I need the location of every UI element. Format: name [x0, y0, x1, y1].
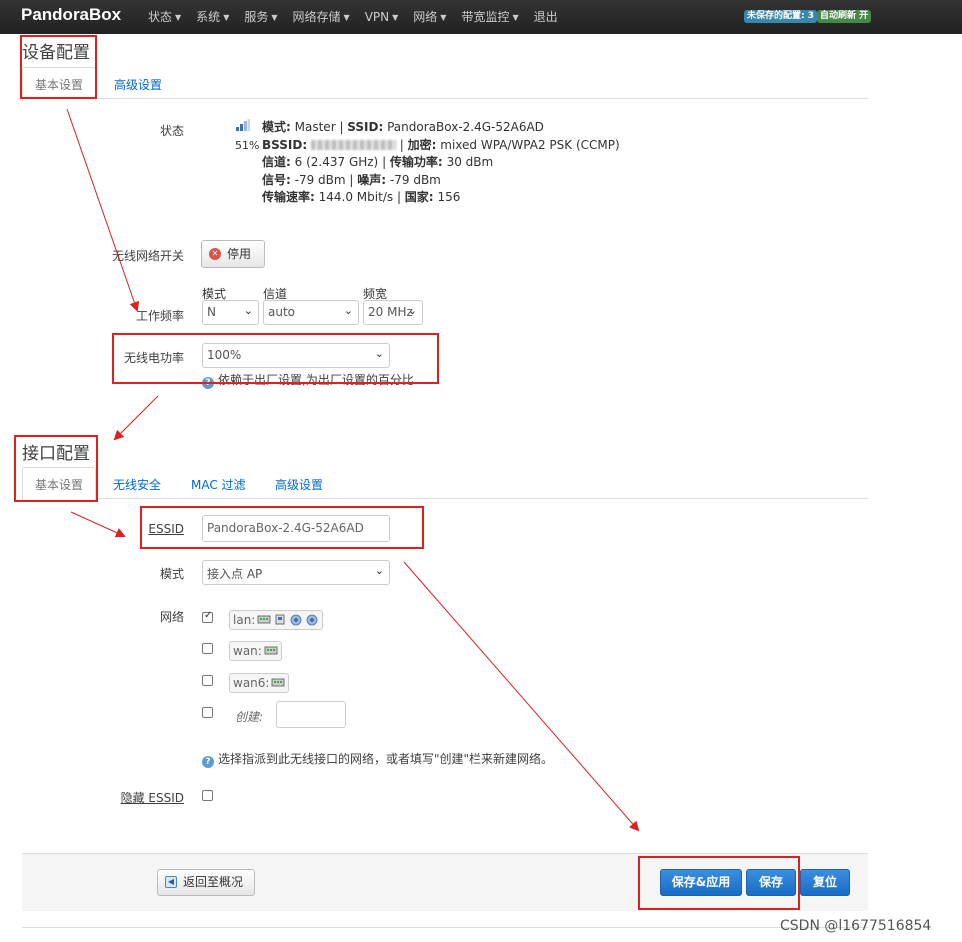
annotation-arrow [113, 395, 159, 441]
annotation-arrow [70, 511, 126, 538]
annotation-arrows [66, 108, 640, 832]
annotation-arrow [403, 561, 640, 832]
annotation-arrow [66, 108, 140, 312]
